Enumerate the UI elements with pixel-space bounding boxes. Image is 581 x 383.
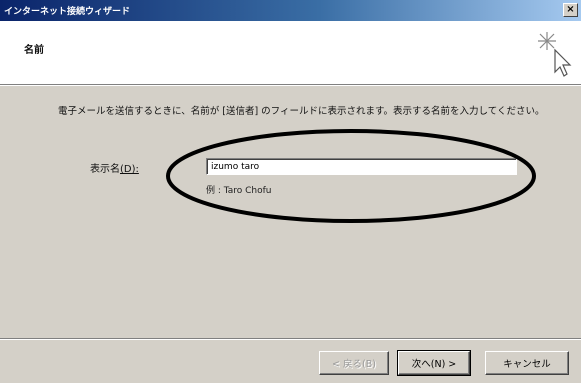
next-button[interactable]: 次へ(N) > <box>397 350 471 376</box>
window-title: インターネット接続ウィザード <box>4 7 131 17</box>
header-divider <box>0 84 581 86</box>
wizard-sparkle-icon <box>538 32 572 77</box>
display-name-input[interactable] <box>206 158 517 175</box>
display-name-label-text: 表示名 <box>90 164 120 175</box>
title-bar[interactable]: インターネット接続ウィザード × <box>0 0 581 21</box>
wizard-window: インターネット接続ウィザード × 名前 電子メールを送信するときに、名前が [送… <box>0 0 581 383</box>
display-name-label: 表示名(D): <box>90 160 139 175</box>
highlight-ellipse <box>166 129 536 223</box>
example-text: 例 : Taro Chofu <box>206 186 272 196</box>
instruction-text: 電子メールを送信するときに、名前が [送信者] のフィールドに表示されます。表示… <box>58 106 545 117</box>
page-title: 名前 <box>24 45 44 56</box>
cancel-button[interactable]: キャンセル <box>485 351 569 375</box>
wizard-header: 名前 <box>0 21 581 84</box>
back-button[interactable]: < 戻る(B) <box>319 351 389 375</box>
close-button[interactable]: × <box>563 3 578 17</box>
footer-divider <box>0 338 581 340</box>
display-name-accesskey: (D): <box>120 164 139 175</box>
